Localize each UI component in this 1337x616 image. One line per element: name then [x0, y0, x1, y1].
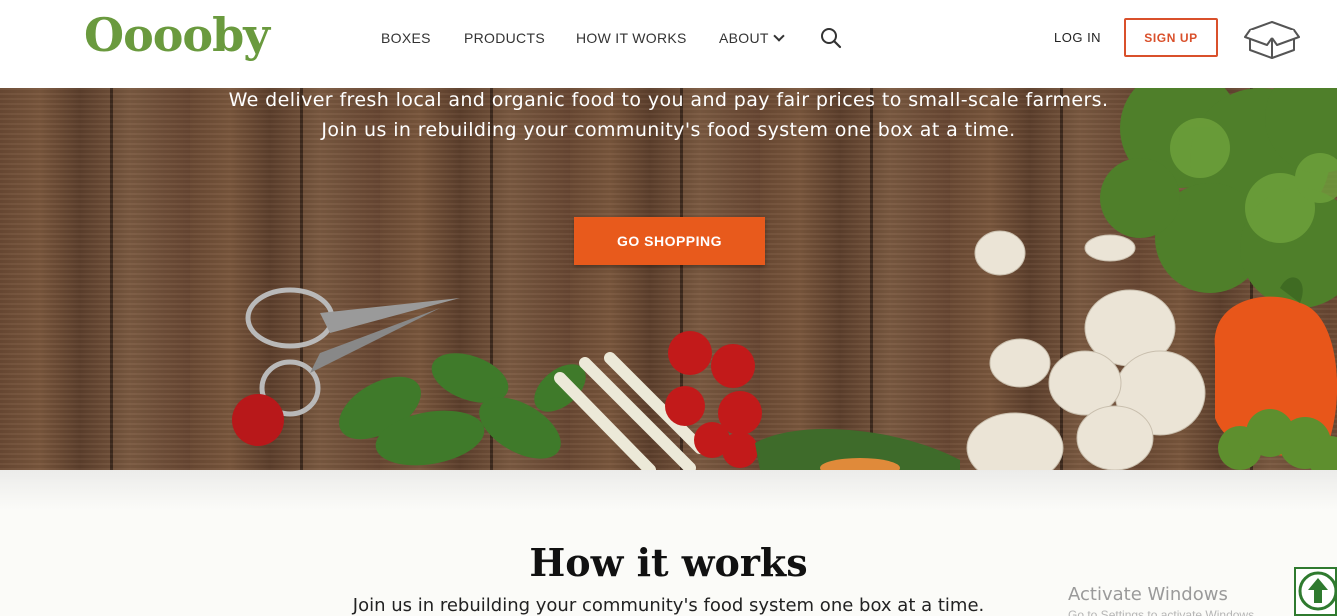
scroll-to-top-button[interactable]	[1294, 567, 1337, 616]
activate-windows-watermark: Activate Windows	[1068, 584, 1228, 605]
chevron-down-icon	[773, 30, 785, 42]
nav-how-it-works[interactable]: HOW IT WORKS	[576, 30, 687, 46]
nav-boxes[interactable]: BOXES	[381, 30, 431, 46]
box-icon[interactable]	[1244, 20, 1300, 60]
search-icon[interactable]	[820, 27, 842, 49]
hero-banner: We deliver fresh local and organic food …	[0, 88, 1337, 470]
login-link[interactable]: LOG IN	[1054, 30, 1101, 45]
nav-about-label: ABOUT	[719, 30, 769, 46]
site-header: Ooooby BOXES PRODUCTS HOW IT WORKS ABOUT…	[0, 0, 1337, 88]
section-shadow	[0, 470, 1337, 510]
go-shopping-button[interactable]: GO SHOPPING	[574, 217, 765, 265]
signup-button[interactable]: SIGN UP	[1124, 18, 1218, 57]
hero-line-2: Join us in rebuilding your community's f…	[321, 119, 1016, 141]
site-logo[interactable]: Ooooby	[84, 8, 270, 62]
activate-windows-subtitle: Go to Settings to activate Windows.	[1068, 608, 1258, 616]
arrow-up-icon	[1298, 571, 1337, 611]
nav-products[interactable]: PRODUCTS	[464, 30, 545, 46]
how-it-works-title: How it works	[529, 540, 808, 585]
produce-illustration	[232, 88, 1337, 470]
how-it-works-section: How it works Join us in rebuilding your …	[0, 470, 1337, 616]
nav-about[interactable]: ABOUT	[719, 30, 785, 46]
hero-line-1: We deliver fresh local and organic food …	[228, 89, 1109, 111]
